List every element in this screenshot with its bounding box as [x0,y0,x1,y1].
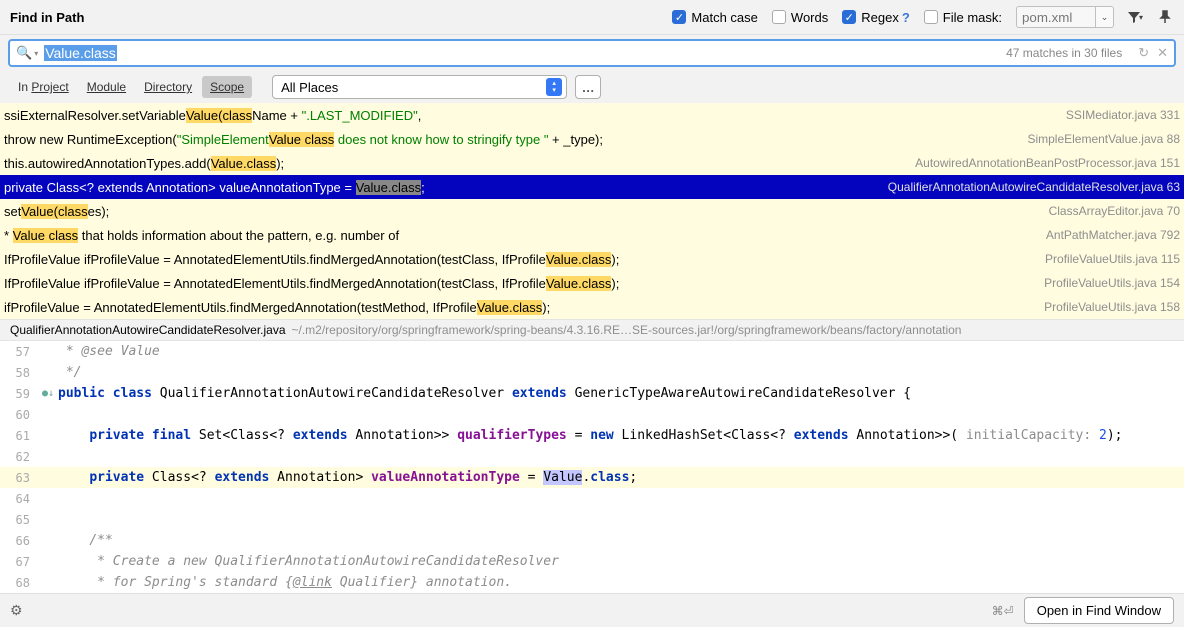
search-field[interactable]: 🔍 ▾ Value.class 47 matches in 30 files ↻… [8,39,1176,67]
preview-editor[interactable]: 57 * @see Value 58 */ 59●↓public class Q… [0,341,1184,593]
result-row[interactable]: ssiExternalResolver.setVariableValue(cla… [0,103,1184,127]
scope-value: All Places [281,80,546,95]
match-case-checkbox[interactable]: Match case [672,10,757,25]
preview-filename: QualifierAnnotationAutowireCandidateReso… [10,323,286,337]
result-row[interactable]: * Value class that holds information abo… [0,223,1184,247]
search-icon: 🔍 [16,45,32,61]
filter-icon[interactable]: ▾ [1126,8,1144,26]
scope-tabs: In Project Module Directory Scope All Pl… [0,71,1184,103]
match-case-label: Match case [691,10,757,25]
tab-scope[interactable]: Scope [202,76,252,98]
gear-icon[interactable]: ⚙ [10,602,23,619]
match-count: 47 matches in 30 files [1006,46,1122,60]
result-row[interactable]: this.autowiredAnnotationTypes.add(Value.… [0,151,1184,175]
help-icon[interactable]: ? [902,10,910,25]
tab-directory[interactable]: Directory [136,76,200,98]
reload-icon[interactable]: ↻ [1138,45,1149,61]
dialog-footer: ⚙ ⌘⏎ Open in Find Window [0,593,1184,627]
regex-label: Regex [861,10,899,25]
open-in-find-window-button[interactable]: Open in Find Window [1024,597,1174,624]
file-mask-label: File mask: [943,10,1002,25]
results-list: ssiExternalResolver.setVariableValue(cla… [0,103,1184,319]
file-mask-input[interactable] [1016,6,1096,28]
result-row[interactable]: ifProfileValue = AnnotatedElementUtils.f… [0,295,1184,319]
preview-filepath: ~/.m2/repository/org/springframework/spr… [292,323,962,337]
checkbox-icon [772,10,786,24]
search-input[interactable]: Value.class [44,45,1006,61]
words-checkbox[interactable]: Words [772,10,828,25]
dialog-title: Find in Path [10,10,84,25]
preview-path: QualifierAnnotationAutowireCandidateReso… [0,319,1184,341]
result-row[interactable]: setValue(classes); ClassArrayEditor.java… [0,199,1184,223]
checkbox-icon [924,10,938,24]
result-row[interactable]: IfProfileValue ifProfileValue = Annotate… [0,271,1184,295]
pin-icon[interactable] [1156,8,1174,26]
checkbox-icon [672,10,686,24]
regex-checkbox[interactable]: Regex ? [842,10,910,25]
chevron-updown-icon: ▴▾ [546,78,562,96]
result-row-selected[interactable]: private Class<? extends Annotation> valu… [0,175,1184,199]
dialog-header: Find in Path Match case Words Regex ? Fi… [0,0,1184,35]
result-row[interactable]: IfProfileValue ifProfileValue = Annotate… [0,247,1184,271]
file-mask-checkbox[interactable]: File mask: [924,10,1002,25]
result-row[interactable]: throw new RuntimeException("SimpleElemen… [0,127,1184,151]
more-button[interactable]: … [575,75,601,99]
tab-project[interactable]: In Project [10,76,77,98]
shortcut-hint: ⌘⏎ [992,604,1014,618]
checkbox-icon [842,10,856,24]
words-label: Words [791,10,828,25]
tab-module[interactable]: Module [79,76,134,98]
search-history-dropdown[interactable]: ▾ [34,49,38,58]
file-mask-dropdown[interactable]: ⌄ [1096,6,1114,28]
scope-dropdown[interactable]: All Places ▴▾ [272,75,567,99]
gutter-icon[interactable]: ●↓ [42,388,58,399]
close-icon[interactable]: ✕ [1157,45,1168,61]
